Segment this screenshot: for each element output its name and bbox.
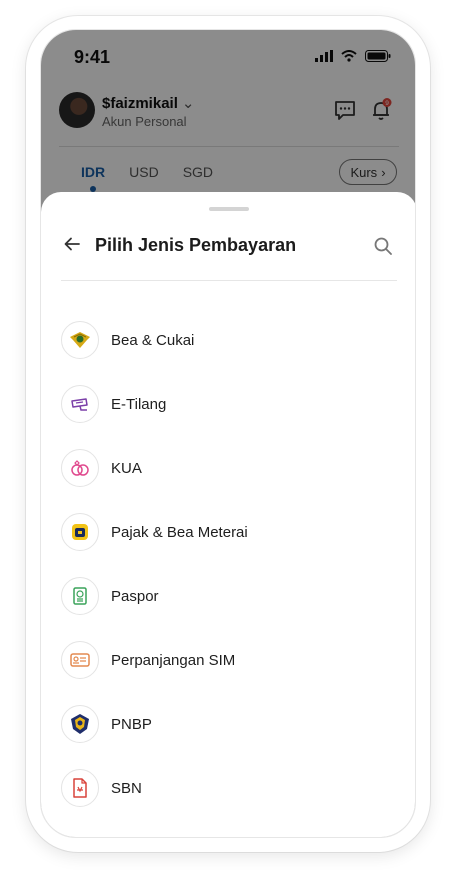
ministry-emblem-icon [61, 705, 99, 743]
list-item-pajak-bea-meterai[interactable]: Pajak & Bea Meterai [61, 500, 397, 564]
item-label: Bea & Cukai [111, 331, 195, 349]
search-icon[interactable] [373, 236, 393, 256]
list-item-bea-cukai[interactable]: Bea & Cukai [61, 308, 397, 372]
driver-license-icon [61, 641, 99, 679]
list-item-kua[interactable]: KUA [61, 436, 397, 500]
payment-type-sheet: Pilih Jenis Pembayaran Bea & Cukai E-Til… [41, 192, 415, 837]
list-item-pnbp[interactable]: PNBP [61, 692, 397, 756]
item-label: Paspor [111, 587, 159, 605]
list-item-sbn[interactable]: SBN [61, 756, 397, 820]
list-item-paspor[interactable]: Paspor [61, 564, 397, 628]
list-item-perpanjangan-sim[interactable]: Perpanjangan SIM [61, 628, 397, 692]
item-label: E-Tilang [111, 395, 167, 413]
wedding-rings-icon [61, 449, 99, 487]
sheet-divider [61, 280, 397, 281]
back-arrow-icon[interactable] [63, 235, 81, 253]
sheet-title: Pilih Jenis Pembayaran [95, 235, 297, 255]
passport-icon [61, 577, 99, 615]
item-label: Pajak & Bea Meterai [111, 523, 248, 541]
traffic-camera-icon [61, 385, 99, 423]
list-item-e-tilang[interactable]: E-Tilang [61, 372, 397, 436]
tax-stamp-icon [61, 513, 99, 551]
bond-document-icon [61, 769, 99, 807]
customs-emblem-icon [61, 321, 99, 359]
item-label: PNBP [111, 715, 152, 733]
item-label: SBN [111, 779, 142, 797]
item-label: Perpanjangan SIM [111, 651, 236, 669]
item-label: KUA [111, 459, 142, 477]
payment-type-list: Bea & Cukai E-Tilang KUA Pajak & Bea Met… [61, 308, 397, 820]
sheet-drag-handle[interactable] [209, 207, 249, 211]
phone-screen: 9:41 $faizmikail ⌄ Akun Personal 9 IDR U… [40, 29, 416, 838]
